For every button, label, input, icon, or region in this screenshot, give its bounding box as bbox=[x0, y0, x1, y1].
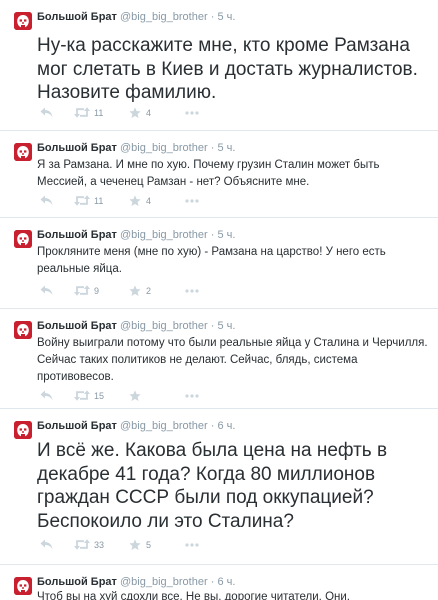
retweet-count: 11 bbox=[94, 196, 104, 206]
tweet[interactable]: Большой Брат @big_big_brother · 6 ч. И в… bbox=[0, 409, 438, 565]
author-handle[interactable]: @big_big_brother bbox=[120, 576, 208, 588]
tweet-text: Чтоб вы на хуй сдохли все. Не вы, дороги… bbox=[37, 591, 350, 600]
separator-dot: · bbox=[210, 142, 215, 154]
author-name[interactable]: Большой Брат bbox=[37, 229, 117, 241]
retweet-count: 15 bbox=[94, 391, 105, 401]
big-brother-logo-icon bbox=[14, 577, 32, 595]
tweet[interactable]: Большой Брат @big_big_brother · 6 ч. Что… bbox=[0, 565, 438, 600]
tweet-time[interactable]: 5 ч. bbox=[217, 142, 235, 154]
retweet-count: 9 bbox=[94, 286, 100, 296]
tweet[interactable]: Большой Брат @big_big_brother · 5 ч. Вой… bbox=[0, 309, 438, 409]
tweet-header: Большой Брат @big_big_brother · 5 ч. bbox=[37, 11, 235, 24]
big-brother-logo-icon bbox=[14, 230, 32, 248]
big-brother-logo-icon bbox=[14, 143, 32, 161]
author-name[interactable]: Большой Брат bbox=[37, 142, 117, 154]
favorite-count: 2 bbox=[146, 286, 152, 296]
avatar[interactable] bbox=[14, 12, 32, 30]
author-handle[interactable]: @big_big_brother bbox=[120, 320, 208, 332]
author-handle[interactable]: @big_big_brother bbox=[120, 11, 208, 23]
favorite-count: 5 bbox=[146, 540, 152, 550]
separator-dot: · bbox=[210, 320, 215, 332]
tweet-header: Большой Брат @big_big_brother · 5 ч. bbox=[37, 142, 235, 155]
avatar[interactable] bbox=[14, 577, 32, 595]
tweet-time[interactable]: 5 ч. bbox=[217, 229, 235, 241]
author-handle[interactable]: @big_big_brother bbox=[120, 229, 208, 241]
tweet-text: И всё же. Какова была цена на нефть в де… bbox=[37, 440, 388, 532]
retweet-count: 33 bbox=[94, 540, 105, 550]
tweet-header: Большой Брат @big_big_brother · 6 ч. bbox=[37, 420, 235, 433]
tweet-time[interactable]: 5 ч. bbox=[217, 320, 235, 332]
tweet[interactable]: Большой Брат @big_big_brother · 5 ч. Ну-… bbox=[0, 0, 438, 131]
tweet-feed: Большой Брат @big_big_brother · 5 ч. Ну-… bbox=[0, 0, 438, 600]
tweet-text: Войну выиграли потому что были реальные … bbox=[37, 337, 428, 383]
tweet-header: Большой Брат @big_big_brother · 6 ч. bbox=[37, 576, 235, 589]
big-brother-logo-icon bbox=[14, 321, 32, 339]
tweet-time[interactable]: 6 ч. bbox=[217, 576, 235, 588]
retweet-count: 11 bbox=[94, 108, 104, 118]
author-name[interactable]: Большой Брат bbox=[37, 11, 117, 23]
tweet-time[interactable]: 6 ч. bbox=[217, 420, 235, 432]
tweet-time[interactable]: 5 ч. bbox=[217, 11, 235, 23]
favorite-count: 4 bbox=[146, 108, 152, 118]
tweet-header: Большой Брат @big_big_brother · 5 ч. bbox=[37, 229, 235, 242]
avatar[interactable] bbox=[14, 230, 32, 248]
tweet[interactable]: Большой Брат @big_big_brother · 5 ч. Про… bbox=[0, 218, 438, 309]
big-brother-logo-icon bbox=[14, 421, 32, 439]
tweet[interactable]: Большой Брат @big_big_brother · 5 ч. Я з… bbox=[0, 131, 438, 218]
separator-dot: · bbox=[210, 576, 215, 588]
author-name[interactable]: Большой Брат bbox=[37, 420, 117, 432]
avatar[interactable] bbox=[14, 143, 32, 161]
avatar[interactable] bbox=[14, 421, 32, 439]
author-handle[interactable]: @big_big_brother bbox=[120, 142, 208, 154]
tweet-header: Большой Брат @big_big_brother · 5 ч. bbox=[37, 320, 235, 333]
avatar[interactable] bbox=[14, 321, 32, 339]
tweet-text: Прокляните меня (мне по хую) - Рамзана н… bbox=[37, 246, 386, 275]
separator-dot: · bbox=[210, 420, 215, 432]
author-name[interactable]: Большой Брат bbox=[37, 576, 117, 588]
favorite-count: 4 bbox=[146, 196, 152, 206]
separator-dot: · bbox=[210, 229, 215, 241]
author-name[interactable]: Большой Брат bbox=[37, 320, 117, 332]
author-handle[interactable]: @big_big_brother bbox=[120, 420, 208, 432]
tweet-text: Я за Рамзана. И мне по хую. Почему грузи… bbox=[37, 159, 380, 188]
separator-dot: · bbox=[210, 11, 215, 23]
tweet-text: Ну-ка расскажите мне, кто кроме Рамзана … bbox=[37, 35, 418, 104]
big-brother-logo-icon bbox=[14, 12, 32, 30]
